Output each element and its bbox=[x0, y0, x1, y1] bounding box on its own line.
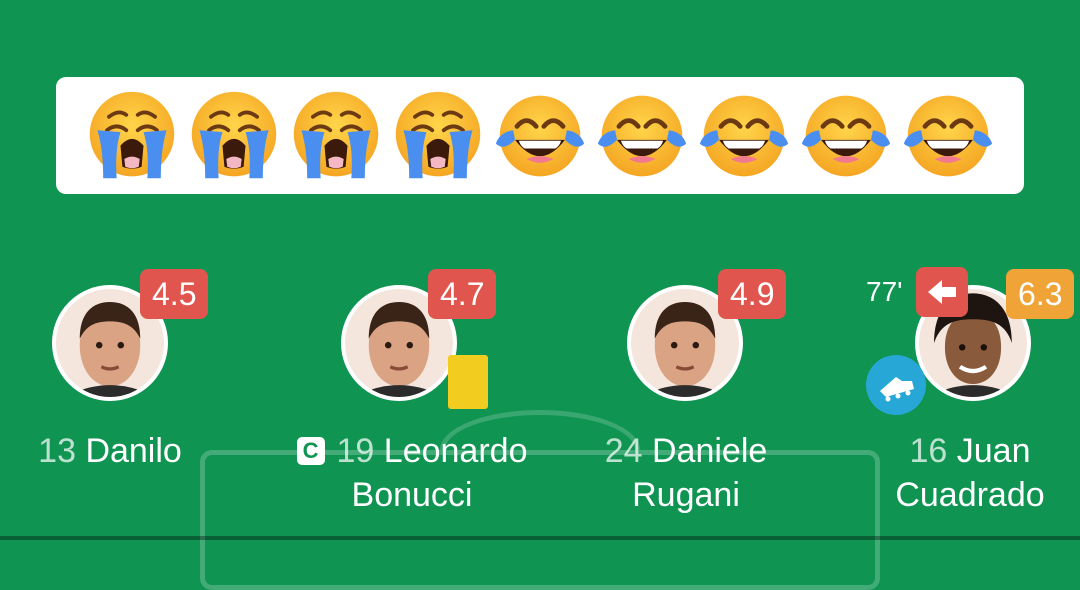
player-card[interactable]: 77' 6.3 16 Juan Cuadrado bbox=[860, 267, 1080, 517]
player-name: C 19 Leonardo Bonucci bbox=[287, 429, 537, 517]
player-name: 24 Daniele Rugani bbox=[576, 429, 796, 517]
player-first-line: Daniele bbox=[651, 432, 768, 470]
loudly-crying-face-icon[interactable] bbox=[288, 88, 384, 184]
face-with-tears-of-joy-icon[interactable] bbox=[696, 88, 792, 184]
player-name: 16 Juan Cuadrado bbox=[860, 429, 1080, 517]
rating-badge: 4.5 bbox=[140, 269, 209, 319]
rating-badge: 4.7 bbox=[428, 269, 497, 319]
substitution-minute: 77' bbox=[866, 276, 903, 307]
face-with-tears-of-joy-icon[interactable] bbox=[900, 88, 996, 184]
player-card[interactable]: 4.9 24 Daniele Rugani bbox=[576, 269, 796, 517]
shirt-number: 19 bbox=[336, 432, 375, 470]
player-second-line: Bonucci bbox=[351, 476, 473, 514]
captain-badge: C bbox=[296, 437, 325, 465]
player-first-line: Danilo bbox=[85, 432, 182, 470]
player-name: 13 Danilo bbox=[0, 429, 220, 473]
shirt-number: 13 bbox=[38, 432, 76, 470]
face-with-tears-of-joy-icon[interactable] bbox=[492, 88, 588, 184]
player-first-line: Leonardo bbox=[383, 432, 528, 470]
divider bbox=[0, 536, 1080, 540]
arrow-left-icon bbox=[916, 267, 968, 317]
loudly-crying-face-icon[interactable] bbox=[186, 88, 282, 184]
rating-badge: 6.3 bbox=[1006, 269, 1075, 319]
shirt-number: 16 bbox=[909, 432, 948, 470]
player-first-line: Juan bbox=[956, 432, 1031, 470]
player-card[interactable]: 4.5 13 Danilo bbox=[0, 269, 220, 515]
player-second-line: Rugani bbox=[632, 476, 740, 514]
loudly-crying-face-icon[interactable] bbox=[390, 88, 486, 184]
shirt-number: 24 bbox=[604, 432, 643, 470]
yellow-card-icon bbox=[448, 355, 488, 409]
player-second-line: Cuadrado bbox=[895, 476, 1045, 514]
reaction-bar bbox=[56, 77, 1024, 194]
loudly-crying-face-icon[interactable] bbox=[84, 88, 180, 184]
rating-badge: 4.9 bbox=[718, 269, 787, 319]
football-boot-icon bbox=[866, 355, 926, 415]
face-with-tears-of-joy-icon[interactable] bbox=[798, 88, 894, 184]
face-with-tears-of-joy-icon[interactable] bbox=[594, 88, 690, 184]
player-card[interactable]: 4.7 C 19 Leonardo Bonucci bbox=[287, 269, 537, 517]
